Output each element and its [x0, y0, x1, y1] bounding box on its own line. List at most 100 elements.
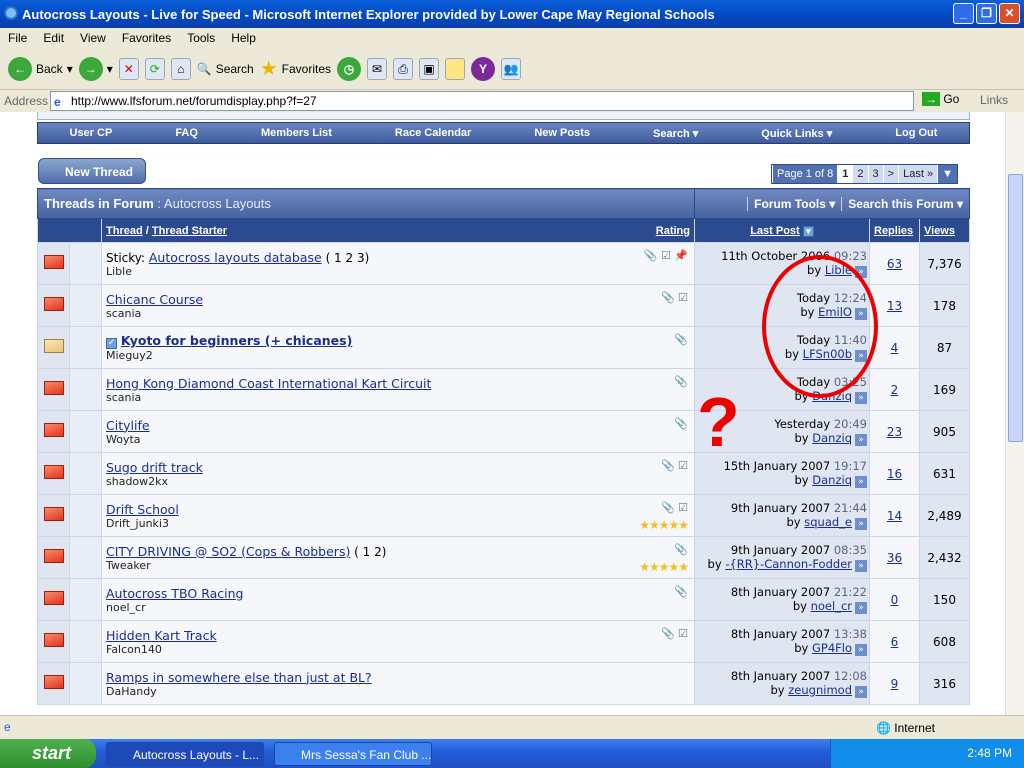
- go-to-last-post-icon[interactable]: »: [855, 476, 867, 488]
- last-poster-link[interactable]: noel_cr: [811, 599, 852, 613]
- page-2[interactable]: 2: [852, 165, 868, 183]
- nav-user-cp[interactable]: User CP: [70, 127, 113, 139]
- thread-starter[interactable]: Falcon140: [106, 643, 694, 656]
- last-poster-link[interactable]: squad_e: [804, 515, 852, 529]
- replies-link[interactable]: 36: [887, 551, 902, 565]
- thread-starter[interactable]: scania: [106, 307, 694, 320]
- menu-tools[interactable]: Tools: [179, 31, 223, 45]
- edit-icon[interactable]: ▣: [419, 57, 440, 80]
- page-3[interactable]: 3: [867, 165, 883, 183]
- replies-link[interactable]: 23: [887, 425, 902, 439]
- thread-starter[interactable]: Woyta: [106, 433, 694, 446]
- replies-link[interactable]: 4: [891, 341, 899, 355]
- search-forum-button[interactable]: Search this Forum ▾: [841, 197, 969, 211]
- thread-title-link[interactable]: Hong Kong Diamond Coast International Ka…: [106, 376, 431, 391]
- replies-link[interactable]: 0: [891, 593, 899, 607]
- thread-title-link[interactable]: Citylife: [106, 418, 150, 433]
- menu-edit[interactable]: Edit: [35, 31, 72, 45]
- thread-starter[interactable]: scania: [106, 391, 694, 404]
- thread-starter[interactable]: shadow2kx: [106, 475, 694, 488]
- thread-pages[interactable]: ( 1 2 3): [326, 251, 370, 265]
- sort-last-post[interactable]: Last Post: [750, 225, 800, 237]
- note-icon[interactable]: [445, 57, 466, 80]
- pager-dropdown-icon[interactable]: ▼: [937, 165, 957, 183]
- thread-starter[interactable]: Lible: [106, 265, 694, 278]
- back-button[interactable]: ← Back ▾: [8, 56, 73, 81]
- thread-title-link[interactable]: Chicanc Course: [106, 292, 203, 307]
- forward-button[interactable]: → ▾: [78, 56, 113, 81]
- go-to-last-post-icon[interactable]: »: [855, 434, 867, 446]
- replies-link[interactable]: 16: [887, 467, 902, 481]
- go-to-last-post-icon[interactable]: »: [855, 644, 867, 656]
- close-button[interactable]: ✕: [999, 3, 1020, 24]
- thread-starter[interactable]: Drift_junki3: [106, 517, 694, 530]
- search-button[interactable]: 🔍 Search: [197, 62, 254, 76]
- replies-link[interactable]: 9: [891, 677, 899, 691]
- start-button[interactable]: start: [0, 739, 96, 768]
- yahoo-messenger-icon[interactable]: Y: [471, 56, 496, 81]
- page-last[interactable]: Last »: [898, 165, 938, 183]
- thread-starter[interactable]: Tweaker: [106, 559, 694, 572]
- history-icon[interactable]: ◷: [337, 56, 362, 81]
- nav-faq[interactable]: FAQ: [175, 127, 198, 139]
- last-poster-link[interactable]: GP4Flo: [812, 641, 852, 655]
- sort-starter[interactable]: Thread Starter: [152, 225, 227, 237]
- menu-file[interactable]: File: [0, 31, 35, 45]
- thread-title-link[interactable]: CITY DRIVING @ SO2 (Cops & Robbers): [106, 544, 350, 559]
- sort-thread[interactable]: Thread: [106, 225, 143, 237]
- replies-link[interactable]: 2: [891, 383, 899, 397]
- thread-pages[interactable]: ( 1 2): [354, 545, 386, 559]
- nav-quick-links[interactable]: Quick Links ▾: [761, 127, 832, 140]
- replies-link[interactable]: 13: [887, 299, 902, 313]
- thread-title-link[interactable]: Hidden Kart Track: [106, 628, 217, 643]
- home-icon[interactable]: ⌂: [170, 57, 191, 80]
- forum-tools-button[interactable]: Forum Tools ▾: [747, 197, 842, 211]
- last-poster-link[interactable]: zeugnimod: [788, 683, 852, 697]
- last-poster-link[interactable]: Danziq: [812, 431, 852, 445]
- favorites-button[interactable]: ★ Favorites: [260, 56, 331, 81]
- go-to-last-post-icon[interactable]: »: [855, 560, 867, 572]
- print-icon[interactable]: ⎙: [393, 57, 414, 80]
- replies-link[interactable]: 6: [891, 635, 899, 649]
- refresh-icon[interactable]: ⟳: [144, 57, 165, 80]
- replies-link[interactable]: 14: [887, 509, 902, 523]
- nav-race-calendar[interactable]: Race Calendar: [395, 127, 471, 139]
- replies-link[interactable]: 63: [887, 257, 902, 271]
- last-poster-link[interactable]: Danziq: [812, 473, 852, 487]
- thread-starter[interactable]: Mieguy2: [106, 349, 694, 362]
- page-next[interactable]: >: [882, 165, 899, 183]
- sort-replies[interactable]: Replies: [874, 225, 913, 237]
- thread-title-link[interactable]: Ramps in somewhere else than just at BL?: [106, 670, 372, 685]
- minimize-button[interactable]: _: [953, 3, 974, 24]
- thread-title-link[interactable]: Kyoto for beginners (+ chicanes): [121, 333, 352, 348]
- nav-log-out[interactable]: Log Out: [895, 127, 937, 139]
- nav-new-posts[interactable]: New Posts: [534, 127, 590, 139]
- thread-title-link[interactable]: Sugo drift track: [106, 460, 203, 475]
- go-to-last-post-icon[interactable]: »: [855, 518, 867, 530]
- scroll-thumb[interactable]: [1008, 174, 1023, 442]
- thread-starter[interactable]: noel_cr: [106, 601, 694, 614]
- task-autocross[interactable]: Autocross Layouts - L...: [106, 741, 264, 766]
- menu-view[interactable]: View: [72, 31, 114, 45]
- nav-members-list[interactable]: Members List: [261, 127, 332, 139]
- messenger-icon[interactable]: 👥: [501, 57, 522, 80]
- thread-title-link[interactable]: Autocross layouts database: [149, 250, 322, 265]
- thread-starter[interactable]: DaHandy: [106, 685, 694, 698]
- restore-button[interactable]: ❐: [976, 3, 997, 24]
- new-thread-button[interactable]: New Thread: [38, 158, 146, 184]
- address-input[interactable]: http://www.lfsforum.net/forumdisplay.php…: [50, 91, 914, 111]
- task-fan-club[interactable]: Mrs Sessa's Fan Club ...: [274, 741, 432, 766]
- menu-favorites[interactable]: Favorites: [114, 31, 179, 45]
- go-to-last-post-icon[interactable]: »: [855, 392, 867, 404]
- stop-icon[interactable]: ✕: [118, 57, 139, 80]
- go-button[interactable]: → Go: [922, 92, 959, 106]
- links-button[interactable]: Links: [980, 93, 1008, 107]
- vertical-scrollbar[interactable]: [1005, 112, 1024, 715]
- last-poster-link[interactable]: -{RR}-Cannon-Fodder: [725, 557, 852, 571]
- sort-views[interactable]: Views: [924, 225, 955, 237]
- go-to-last-post-icon[interactable]: »: [855, 602, 867, 614]
- menu-help[interactable]: Help: [223, 31, 264, 45]
- go-to-last-post-icon[interactable]: »: [855, 686, 867, 698]
- mail-icon[interactable]: ✉: [367, 57, 388, 80]
- thread-title-link[interactable]: Autocross TBO Racing: [106, 586, 243, 601]
